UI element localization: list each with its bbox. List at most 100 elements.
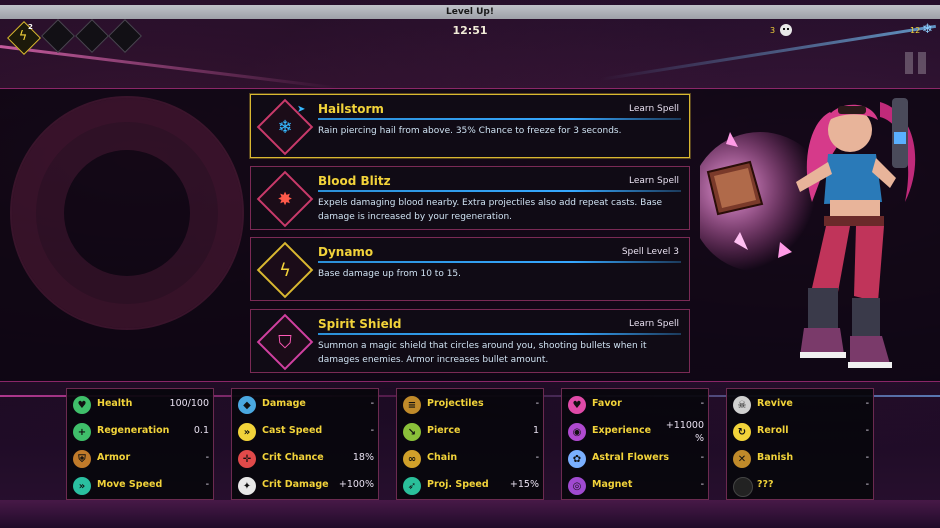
upgrade-choice-spirit-shield[interactable]: ⛉ Spirit Shield Learn Spell Summon a mag… bbox=[250, 309, 690, 373]
stat-value: - bbox=[865, 452, 869, 463]
stat-value: - bbox=[535, 452, 539, 463]
stat-projectiles: ≡ Projectiles - bbox=[397, 393, 545, 417]
stat-label: Magnet bbox=[592, 479, 633, 490]
pause-icon bbox=[905, 52, 935, 76]
heart-cross-icon: ♥ bbox=[73, 396, 91, 414]
locked-icon bbox=[733, 477, 753, 497]
choice-kind: Learn Spell bbox=[629, 319, 679, 329]
choice-name: Hailstorm bbox=[318, 102, 384, 116]
stat-label: Crit Damage bbox=[262, 479, 329, 490]
chain-icon: ∞ bbox=[403, 450, 421, 468]
kill-count: 3 bbox=[770, 26, 776, 35]
choice-kind: Learn Spell bbox=[629, 104, 679, 114]
stat-label: Projectiles bbox=[427, 398, 484, 409]
stat-label: Move Speed bbox=[97, 479, 163, 490]
stat-astral-flowers: ✿ Astral Flowers - bbox=[562, 447, 710, 471]
plus-icon: + bbox=[73, 423, 91, 441]
stat-label: Reroll bbox=[757, 425, 789, 436]
stat-value: +100% bbox=[338, 479, 374, 490]
upgrade-choice-dynamo[interactable]: ϟ Dynamo Spell Level 3 Base damage up fr… bbox=[250, 237, 690, 301]
divider bbox=[318, 261, 681, 263]
stat-experience: ◉ Experience +11000 % bbox=[562, 420, 710, 444]
stats-panel-projectile: ≡ Projectiles - ↘ Pierce 1 ∞ Chain - ➶ P… bbox=[396, 388, 544, 500]
divider bbox=[318, 333, 681, 335]
stat-label: Health bbox=[97, 398, 133, 409]
stat-magnet: ◎ Magnet - bbox=[562, 474, 710, 498]
mandala-decoration bbox=[10, 96, 244, 330]
stat-value: 100/100 bbox=[169, 398, 209, 409]
choice-kind: Spell Level 3 bbox=[621, 247, 679, 257]
stats-panel-offense: ◆ Damage - » Cast Speed - ✛ Crit Chance … bbox=[231, 388, 379, 500]
armor-icon: ⛨ bbox=[73, 450, 91, 468]
damage-icon: ◆ bbox=[238, 396, 256, 414]
stat-label: Damage bbox=[262, 398, 306, 409]
upgrade-choice-hailstorm[interactable]: ❄ ➤ Hailstorm Learn Spell Rain piercing … bbox=[250, 94, 690, 158]
stat-label: Chain bbox=[427, 452, 458, 463]
stat-revive: ☠ Revive - bbox=[727, 393, 875, 417]
choice-name: Blood Blitz bbox=[318, 174, 391, 188]
stat-label: Cast Speed bbox=[262, 425, 323, 436]
stats-panel-meta: ☠ Revive - ↻ Reroll - ✕ Banish - ??? - bbox=[726, 388, 874, 500]
crit-damage-icon: ✦ bbox=[238, 477, 256, 495]
blood-burst-icon: ✸ bbox=[277, 188, 293, 210]
choice-description: Base damage up from 10 to 15. bbox=[318, 269, 462, 279]
banish-icon: ✕ bbox=[733, 450, 751, 468]
stat-favor: ♥ Favor - bbox=[562, 393, 710, 417]
stat-label: Experience bbox=[592, 425, 652, 436]
stat-value: - bbox=[370, 398, 374, 409]
stat-armor: ⛨ Armor - bbox=[67, 447, 215, 471]
stat-chain: ∞ Chain - bbox=[397, 447, 545, 471]
stat-move-speed: » Move Speed - bbox=[67, 474, 215, 498]
stats-panel-utility: ♥ Favor - ◉ Experience +11000 % ✿ Astral… bbox=[561, 388, 709, 500]
stat-label: Banish bbox=[757, 452, 794, 463]
stat-value: - bbox=[370, 425, 374, 436]
magnet-icon: ◎ bbox=[568, 477, 586, 495]
stat-value: - bbox=[700, 452, 704, 463]
choice-name: Dynamo bbox=[318, 245, 374, 259]
stat-health: ♥ Health 100/100 bbox=[67, 393, 215, 417]
stat-label: ??? bbox=[757, 479, 774, 490]
choice-kind: Learn Spell bbox=[629, 176, 679, 186]
upgrade-choice-blood-blitz[interactable]: ✸ Blood Blitz Learn Spell Expels damagin… bbox=[250, 166, 690, 230]
choice-description: Summon a magic shield that circles aroun… bbox=[318, 341, 647, 365]
stat-value: - bbox=[205, 479, 209, 490]
stat-value: 18% bbox=[352, 452, 374, 463]
skull-icon bbox=[780, 24, 792, 36]
fast-forward-icon: » bbox=[238, 423, 256, 441]
stat-value: 1 bbox=[532, 425, 539, 436]
levelup-banner: Level Up! bbox=[0, 5, 940, 19]
stat-value: - bbox=[700, 479, 704, 490]
choice-name: Spirit Shield bbox=[318, 317, 402, 331]
top-hud: ϟ 2 12:51 3 12 ❄ bbox=[0, 19, 940, 56]
stat-proj-speed: ➶ Proj. Speed +15% bbox=[397, 474, 545, 498]
stat-value: - bbox=[535, 398, 539, 409]
stat-label: Revive bbox=[757, 398, 793, 409]
proj-speed-icon: ➶ bbox=[403, 477, 421, 495]
stat-crit-damage: ✦ Crit Damage +100% bbox=[232, 474, 380, 498]
reroll-icon: ↻ bbox=[733, 423, 751, 441]
new-arrow-icon: ➤ bbox=[297, 104, 306, 115]
boot-icon: » bbox=[73, 477, 91, 495]
choice-description: Expels damaging blood nearby. Extra proj… bbox=[318, 198, 663, 222]
stats-panel-survival: ♥ Health 100/100 + Regeneration 0.1 ⛨ Ar… bbox=[66, 388, 214, 500]
shield-icon: ⛉ bbox=[278, 331, 292, 353]
crosshair-icon: ✛ bbox=[238, 450, 256, 468]
favor-heart-icon: ♥ bbox=[568, 396, 586, 414]
stat-value: +15% bbox=[509, 479, 539, 490]
pierce-icon: ↘ bbox=[403, 423, 421, 441]
projectiles-icon: ≡ bbox=[403, 396, 421, 414]
skull-icon: ☠ bbox=[733, 396, 751, 414]
divider bbox=[318, 118, 681, 120]
stat-label: Favor bbox=[592, 398, 622, 409]
stat-locked: ??? - bbox=[727, 474, 875, 498]
character-portrait bbox=[700, 98, 916, 368]
stat-reroll: ↻ Reroll - bbox=[727, 420, 875, 444]
stat-cast-speed: » Cast Speed - bbox=[232, 420, 380, 444]
stat-label: Astral Flowers bbox=[592, 452, 670, 463]
stat-regeneration: + Regeneration 0.1 bbox=[67, 420, 215, 444]
stat-value: - bbox=[865, 398, 869, 409]
stat-value: - bbox=[700, 398, 704, 409]
stat-label: Regeneration bbox=[97, 425, 170, 436]
run-timer: 12:51 bbox=[452, 24, 488, 37]
snowflake-currency-icon: ❄ bbox=[922, 22, 933, 37]
